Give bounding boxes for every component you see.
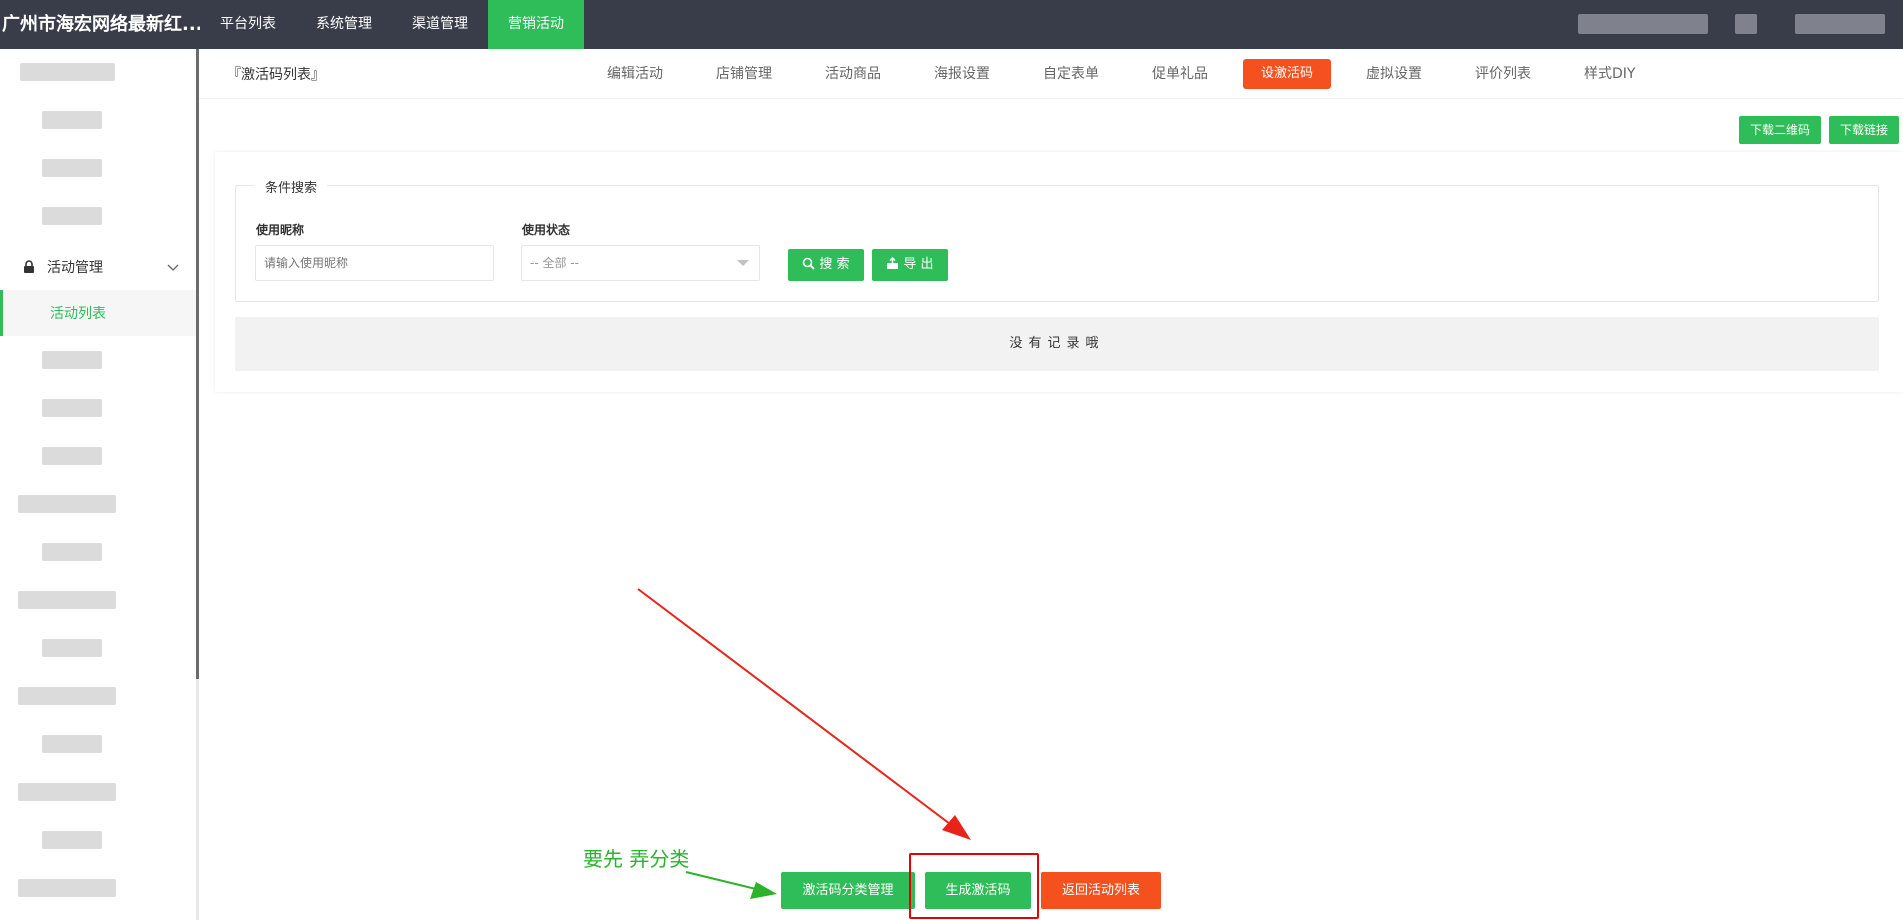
sidebar-item-redacted[interactable] [18,687,116,705]
search-icon [803,257,816,270]
sidebar-item-redacted[interactable] [42,831,102,849]
sidebar-item-redacted[interactable] [42,399,102,417]
sidebar-item-redacted[interactable] [42,447,102,465]
tab-style-diy[interactable]: 样式DIY [1566,59,1653,89]
tab-virtual-settings[interactable]: 虚拟设置 [1348,59,1440,89]
activation-code-category-button[interactable]: 激活码分类管理 [781,872,915,909]
sidebar-item-redacted[interactable] [42,207,102,225]
green-arrow-line [685,871,761,891]
brand-title: 广州市海宏网络最新红... [2,14,200,35]
tab-promo-gifts[interactable]: 促单礼品 [1134,59,1226,89]
sidebar-item-redacted[interactable] [42,639,102,657]
tab-poster-settings[interactable]: 海报设置 [916,59,1008,89]
top-nav: 平台列表 系统管理 渠道管理 营销活动 [200,0,584,49]
top-navigation-bar: 广州市海宏网络最新红... 平台列表 系统管理 渠道管理 营销活动 [0,0,1903,49]
green-arrowhead [750,882,777,899]
export-icon [887,256,899,269]
sidebar-group-activity-management[interactable]: 活动管理 [0,250,196,284]
back-to-activity-list-button[interactable]: 返回活动列表 [1041,872,1161,909]
download-qrcode-button[interactable]: 下载二维码 [1739,116,1821,144]
highlight-box [909,853,1039,919]
breadcrumb: 『激活码列表』 [227,67,325,83]
sidebar-item-redacted[interactable] [42,735,102,753]
sidebar-item-redacted[interactable] [42,543,102,561]
search-fieldset [235,185,1879,302]
tab-review-list[interactable]: 评价列表 [1457,59,1549,89]
sidebar-item-redacted[interactable] [18,783,116,801]
sidebar-item-redacted[interactable] [42,351,102,369]
download-link-button[interactable]: 下载链接 [1829,116,1899,144]
caret-down-icon [737,260,749,266]
nickname-input[interactable] [255,245,494,281]
nav-marketing[interactable]: 营销活动 [488,0,584,49]
sidebar-item-redacted[interactable] [20,63,115,81]
chevron-down-icon [167,264,179,271]
export-button-label: 导 出 [903,257,934,272]
sub-header: 『激活码列表』 编辑活动 店铺管理 活动商品 海报设置 自定表单 促单礼品 设激… [199,49,1903,99]
annotation-overlay [637,588,971,899]
red-arrow-line [637,588,959,831]
activity-tabs: 编辑活动 店铺管理 活动商品 海报设置 自定表单 促单礼品 设激活码 虚拟设置 … [589,59,1670,89]
sidebar-group-label: 活动管理 [47,260,103,276]
sidebar-item-label: 活动列表 [50,306,106,322]
nickname-label: 使用昵称 [256,223,305,237]
sidebar-scrollbar-thumb[interactable] [196,49,199,679]
nav-platform-list[interactable]: 平台列表 [200,0,296,49]
status-select[interactable]: -- 全部 -- [521,245,760,281]
account-menu-redacted[interactable] [1795,14,1885,34]
user-info-redacted[interactable] [1578,14,1708,34]
sidebar-item-redacted[interactable] [18,879,116,897]
nav-system-management[interactable]: 系统管理 [296,0,392,49]
nav-channel-management[interactable]: 渠道管理 [392,0,488,49]
sidebar-item-redacted[interactable] [18,591,116,609]
tab-custom-form[interactable]: 自定表单 [1025,59,1117,89]
sidebar-item-redacted[interactable] [18,495,116,513]
sidebar: 活动管理 活动列表 [0,49,198,920]
red-arrowhead [942,815,971,840]
sidebar-item-activity-list[interactable]: 活动列表 [0,290,196,336]
tab-activation-codes[interactable]: 设激活码 [1243,59,1332,89]
empty-table-message: 没有记录哦 [235,317,1879,371]
sidebar-item-redacted[interactable] [42,111,102,129]
export-button[interactable]: 导 出 [872,249,948,281]
search-button-label: 搜 索 [819,257,850,272]
tab-store-management[interactable]: 店铺管理 [698,59,790,89]
status-select-value: -- 全部 -- [530,256,579,270]
status-label: 使用状态 [522,223,571,237]
search-button[interactable]: 搜 索 [788,249,864,281]
lock-icon [24,260,34,273]
tab-edit-activity[interactable]: 编辑活动 [589,59,681,89]
sidebar-item-redacted[interactable] [42,159,102,177]
tab-activity-products[interactable]: 活动商品 [807,59,899,89]
annotation-note: 要先 弄分类 [583,847,690,871]
top-icon-redacted[interactable] [1735,14,1757,34]
search-legend: 条件搜索 [255,177,328,196]
